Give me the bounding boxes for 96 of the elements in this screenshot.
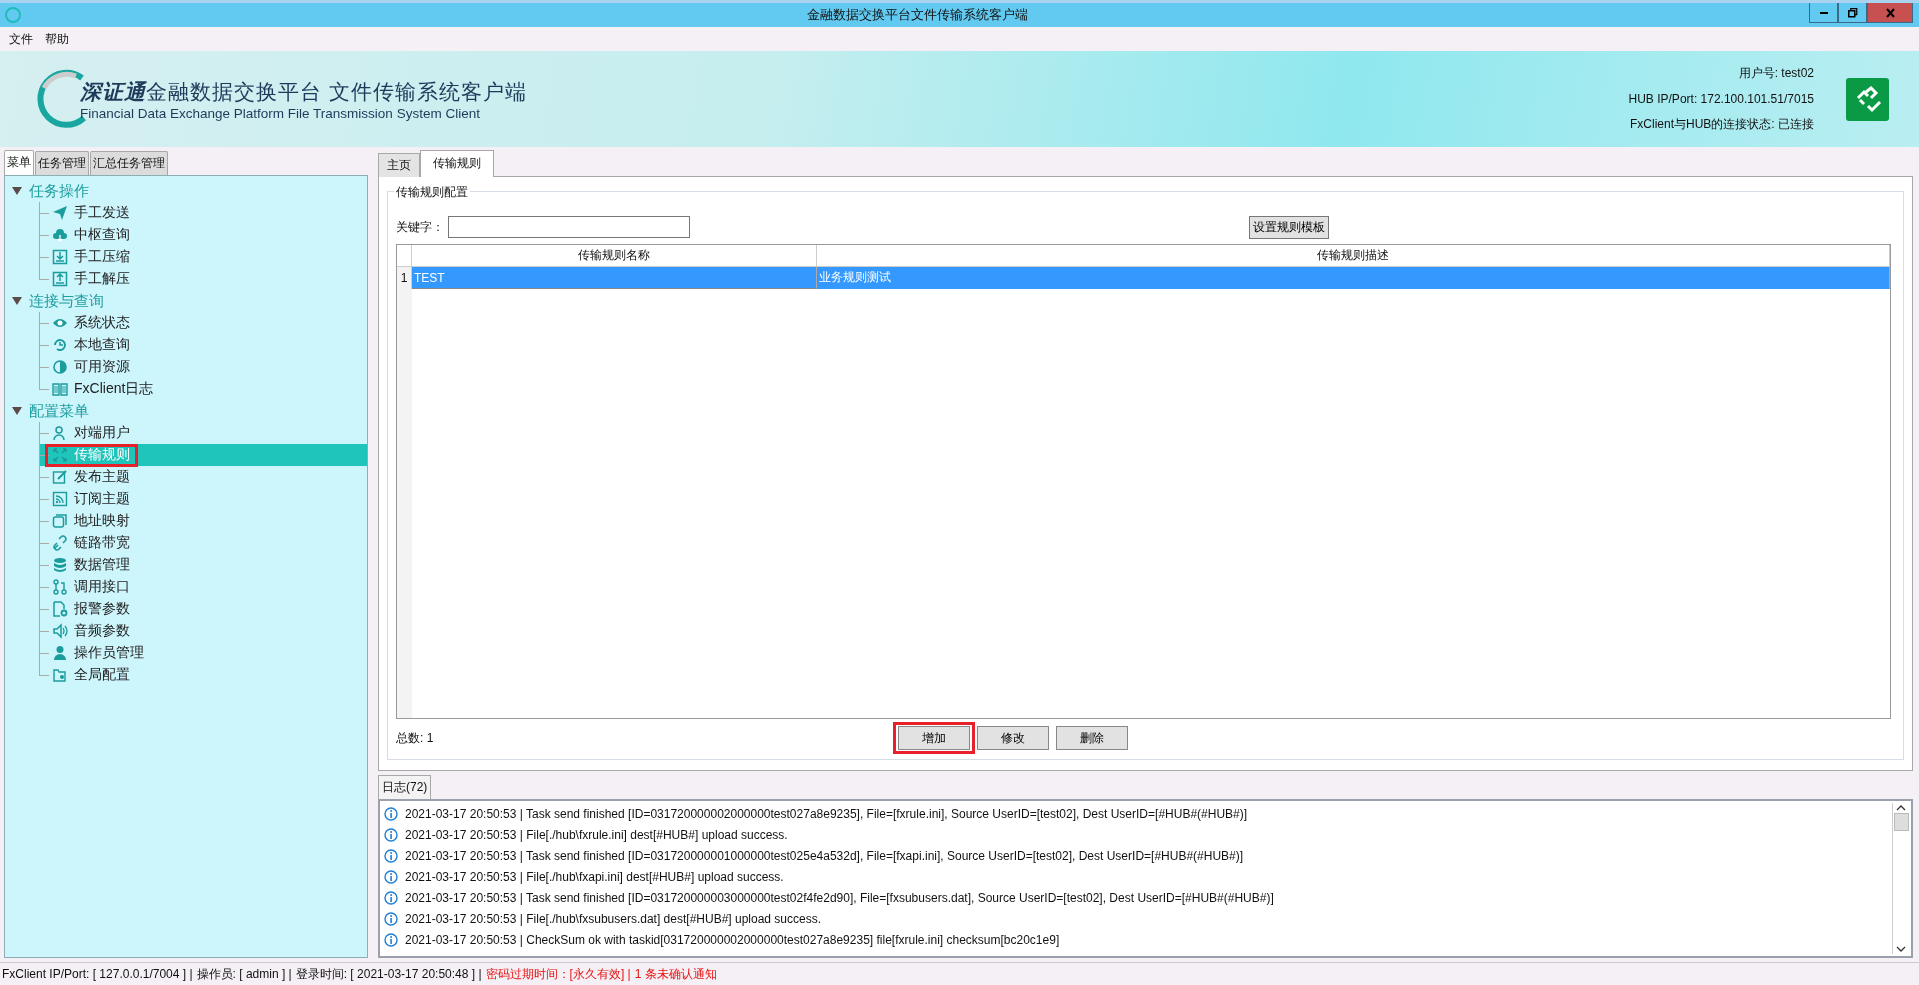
content-tab[interactable]: 主页 xyxy=(378,153,420,177)
status-text: 操作员: [ admin ] | xyxy=(196,965,292,983)
database-icon xyxy=(52,557,68,573)
tree-item[interactable]: 音频参数 xyxy=(39,620,367,642)
scrollbar[interactable] xyxy=(1892,803,1909,954)
header-info-text: FxClient与HUB的连接状态: 已连接 xyxy=(1629,116,1814,133)
info-icon xyxy=(384,869,398,884)
info-icon xyxy=(384,911,398,926)
scroll-up-icon[interactable] xyxy=(1895,803,1907,813)
cloud-icon xyxy=(52,227,68,243)
close-button[interactable] xyxy=(1867,3,1913,23)
tray-download-icon xyxy=(52,249,68,265)
tree-item[interactable]: FxClient日志 xyxy=(39,378,367,400)
info-icon xyxy=(384,932,398,947)
tree-item[interactable]: 本地查询 xyxy=(39,334,367,356)
log-entry: 2021-03-17 20:50:53 | File[./hub\fxsubusers.dat] dest[#HUB#] upload success. xyxy=(405,911,822,926)
column-header[interactable]: 传输规则名称 xyxy=(412,245,817,267)
tree-item[interactable]: 可用资源 xyxy=(39,356,367,378)
window-title: 金融数据交换平台文件传输系统客户端 xyxy=(806,6,1029,24)
action-button[interactable]: 增加 xyxy=(898,726,970,750)
tree-item[interactable]: 报警参数 xyxy=(39,598,367,620)
log-tab[interactable]: 日志(72) xyxy=(378,775,432,799)
status-text: 登录时间: [ 2021-03-17 20:50:48 ] | xyxy=(295,965,482,983)
tree-item[interactable]: 对端用户 xyxy=(39,422,367,444)
total-count: 总数: 1 xyxy=(396,729,435,747)
book-icon xyxy=(52,381,68,397)
tree-item[interactable]: 链路带宽 xyxy=(39,532,367,554)
caret-icon[interactable] xyxy=(11,406,23,416)
tree-item[interactable]: 地址映射 xyxy=(39,510,367,532)
tree-item[interactable]: 中枢查询 xyxy=(39,224,367,246)
folder-icon xyxy=(52,667,68,683)
log-entry: 2021-03-17 20:50:53 | File[./hub\fxrule.ini] dest[#HUB#] upload success. xyxy=(405,827,788,842)
tree-item[interactable]: 订阅主题 xyxy=(39,488,367,510)
row-number: 1 xyxy=(397,267,412,289)
info-icon xyxy=(384,890,398,905)
content-tab[interactable]: 传输规则 xyxy=(420,150,494,177)
status-text: 1 条未确认通知 xyxy=(634,965,717,983)
status-text: FxClient IP/Port: [ 127.0.0.1/7004 ] | xyxy=(2,967,193,981)
banner-subtitle: Financial Data Exchange Platform File Transmission System Client xyxy=(80,105,481,121)
info-icon xyxy=(384,848,398,863)
column-header[interactable]: 传输规则描述 xyxy=(817,245,1890,267)
caret-icon[interactable] xyxy=(11,296,23,306)
info-icon xyxy=(384,806,398,821)
minimize-button[interactable] xyxy=(1809,3,1838,23)
tree-item[interactable]: 调用接口 xyxy=(39,576,367,598)
clock-icon xyxy=(52,337,68,353)
log-entry: 2021-03-17 20:50:53 | File[./hub\fxapi.ini] dest[#HUB#] upload success. xyxy=(405,869,784,884)
pencil-icon xyxy=(52,469,68,485)
document-gear-icon xyxy=(52,601,68,617)
scrollbar-thumb[interactable] xyxy=(1893,813,1909,831)
tree-item[interactable]: 操作员管理 xyxy=(39,642,367,664)
log-entry: 2021-03-17 20:50:53 | Task send finished [ID=031720000002000000test027a8e9235], File=[fxrule.ini], Source UserID=[test02], Dest UserID=[#HUB#(#HUB#)] xyxy=(405,806,1248,821)
squares-icon xyxy=(52,513,68,529)
tree-item[interactable]: 手工解压 xyxy=(39,268,367,290)
info-icon xyxy=(384,827,398,842)
sidebar-tab[interactable]: 汇总任务管理 xyxy=(90,151,168,175)
restore-icon xyxy=(1847,7,1858,18)
people-icon xyxy=(52,425,68,441)
speaker-icon xyxy=(52,623,68,639)
person-icon xyxy=(52,645,68,661)
action-button[interactable]: 删除 xyxy=(1056,726,1128,750)
menu-item[interactable]: 帮助 xyxy=(39,30,75,48)
action-button[interactable]: 修改 xyxy=(977,726,1049,750)
header-info-text: 用户号: test02 xyxy=(1737,65,1814,82)
tray-upload-icon xyxy=(52,271,68,287)
keyword-label: 关键字： xyxy=(396,218,444,236)
log-entry: 2021-03-17 20:50:53 | Task send finished [ID=031720000003000000test02f4fe2d90], File=[fxsubusers.dat], Source UserID=[test02], Dest UserID=[#HUB#(#HUB#)] xyxy=(405,890,1274,905)
group-title: 传输规则配置 xyxy=(394,184,470,201)
caret-icon[interactable] xyxy=(11,186,23,196)
tree-item[interactable]: 全局配置 xyxy=(39,664,367,686)
branch-icon xyxy=(52,579,68,595)
tree-item[interactable]: 系统状态 xyxy=(39,312,367,334)
tree-item[interactable]: 发布主题 xyxy=(39,466,367,488)
feed-icon xyxy=(52,491,68,507)
log-entry: 2021-03-17 20:50:53 | Task send finished [ID=031720000001000000test025e4a532d], File=[fxapi.ini], Source UserID=[test02], Dest UserID=[#HUB#(#HUB#)] xyxy=(405,848,1244,863)
header-info-text: HUB IP/Port: 172.100.101.51/7015 xyxy=(1628,92,1814,106)
app-icon xyxy=(4,6,22,24)
link-icon xyxy=(52,535,68,551)
tree-item[interactable]: 手工发送 xyxy=(39,202,367,224)
banner-title: 深证通金融数据交换平台 文件传输系统客户端 xyxy=(80,78,527,105)
status-text: 密码过期时间：[永久有效] | xyxy=(485,965,631,983)
tree-item[interactable]: 手工压缩 xyxy=(39,246,367,268)
set-template-button[interactable]: 设置规则模板 xyxy=(1249,215,1329,239)
keyword-input[interactable] xyxy=(448,216,690,238)
arrows-icon xyxy=(52,447,68,463)
paper-plane-icon xyxy=(52,205,68,221)
log-entry: 2021-03-17 20:50:53 | CheckSum ok with taskid[031720000002000000test027a8e9235] file[fxrule.ini] checksum[bc20c1e9] xyxy=(405,932,1060,947)
scroll-down-icon[interactable] xyxy=(1895,944,1907,954)
menu-item[interactable]: 文件 xyxy=(3,30,39,48)
sidebar-tab[interactable]: 任务管理 xyxy=(35,151,89,175)
restore-button[interactable] xyxy=(1838,3,1867,23)
tree-item[interactable]: 数据管理 xyxy=(39,554,367,576)
half-circle-icon xyxy=(52,359,68,375)
close-icon xyxy=(1885,7,1895,18)
sidebar-tab[interactable]: 菜单 xyxy=(4,150,34,175)
minimize-icon xyxy=(1819,11,1828,14)
